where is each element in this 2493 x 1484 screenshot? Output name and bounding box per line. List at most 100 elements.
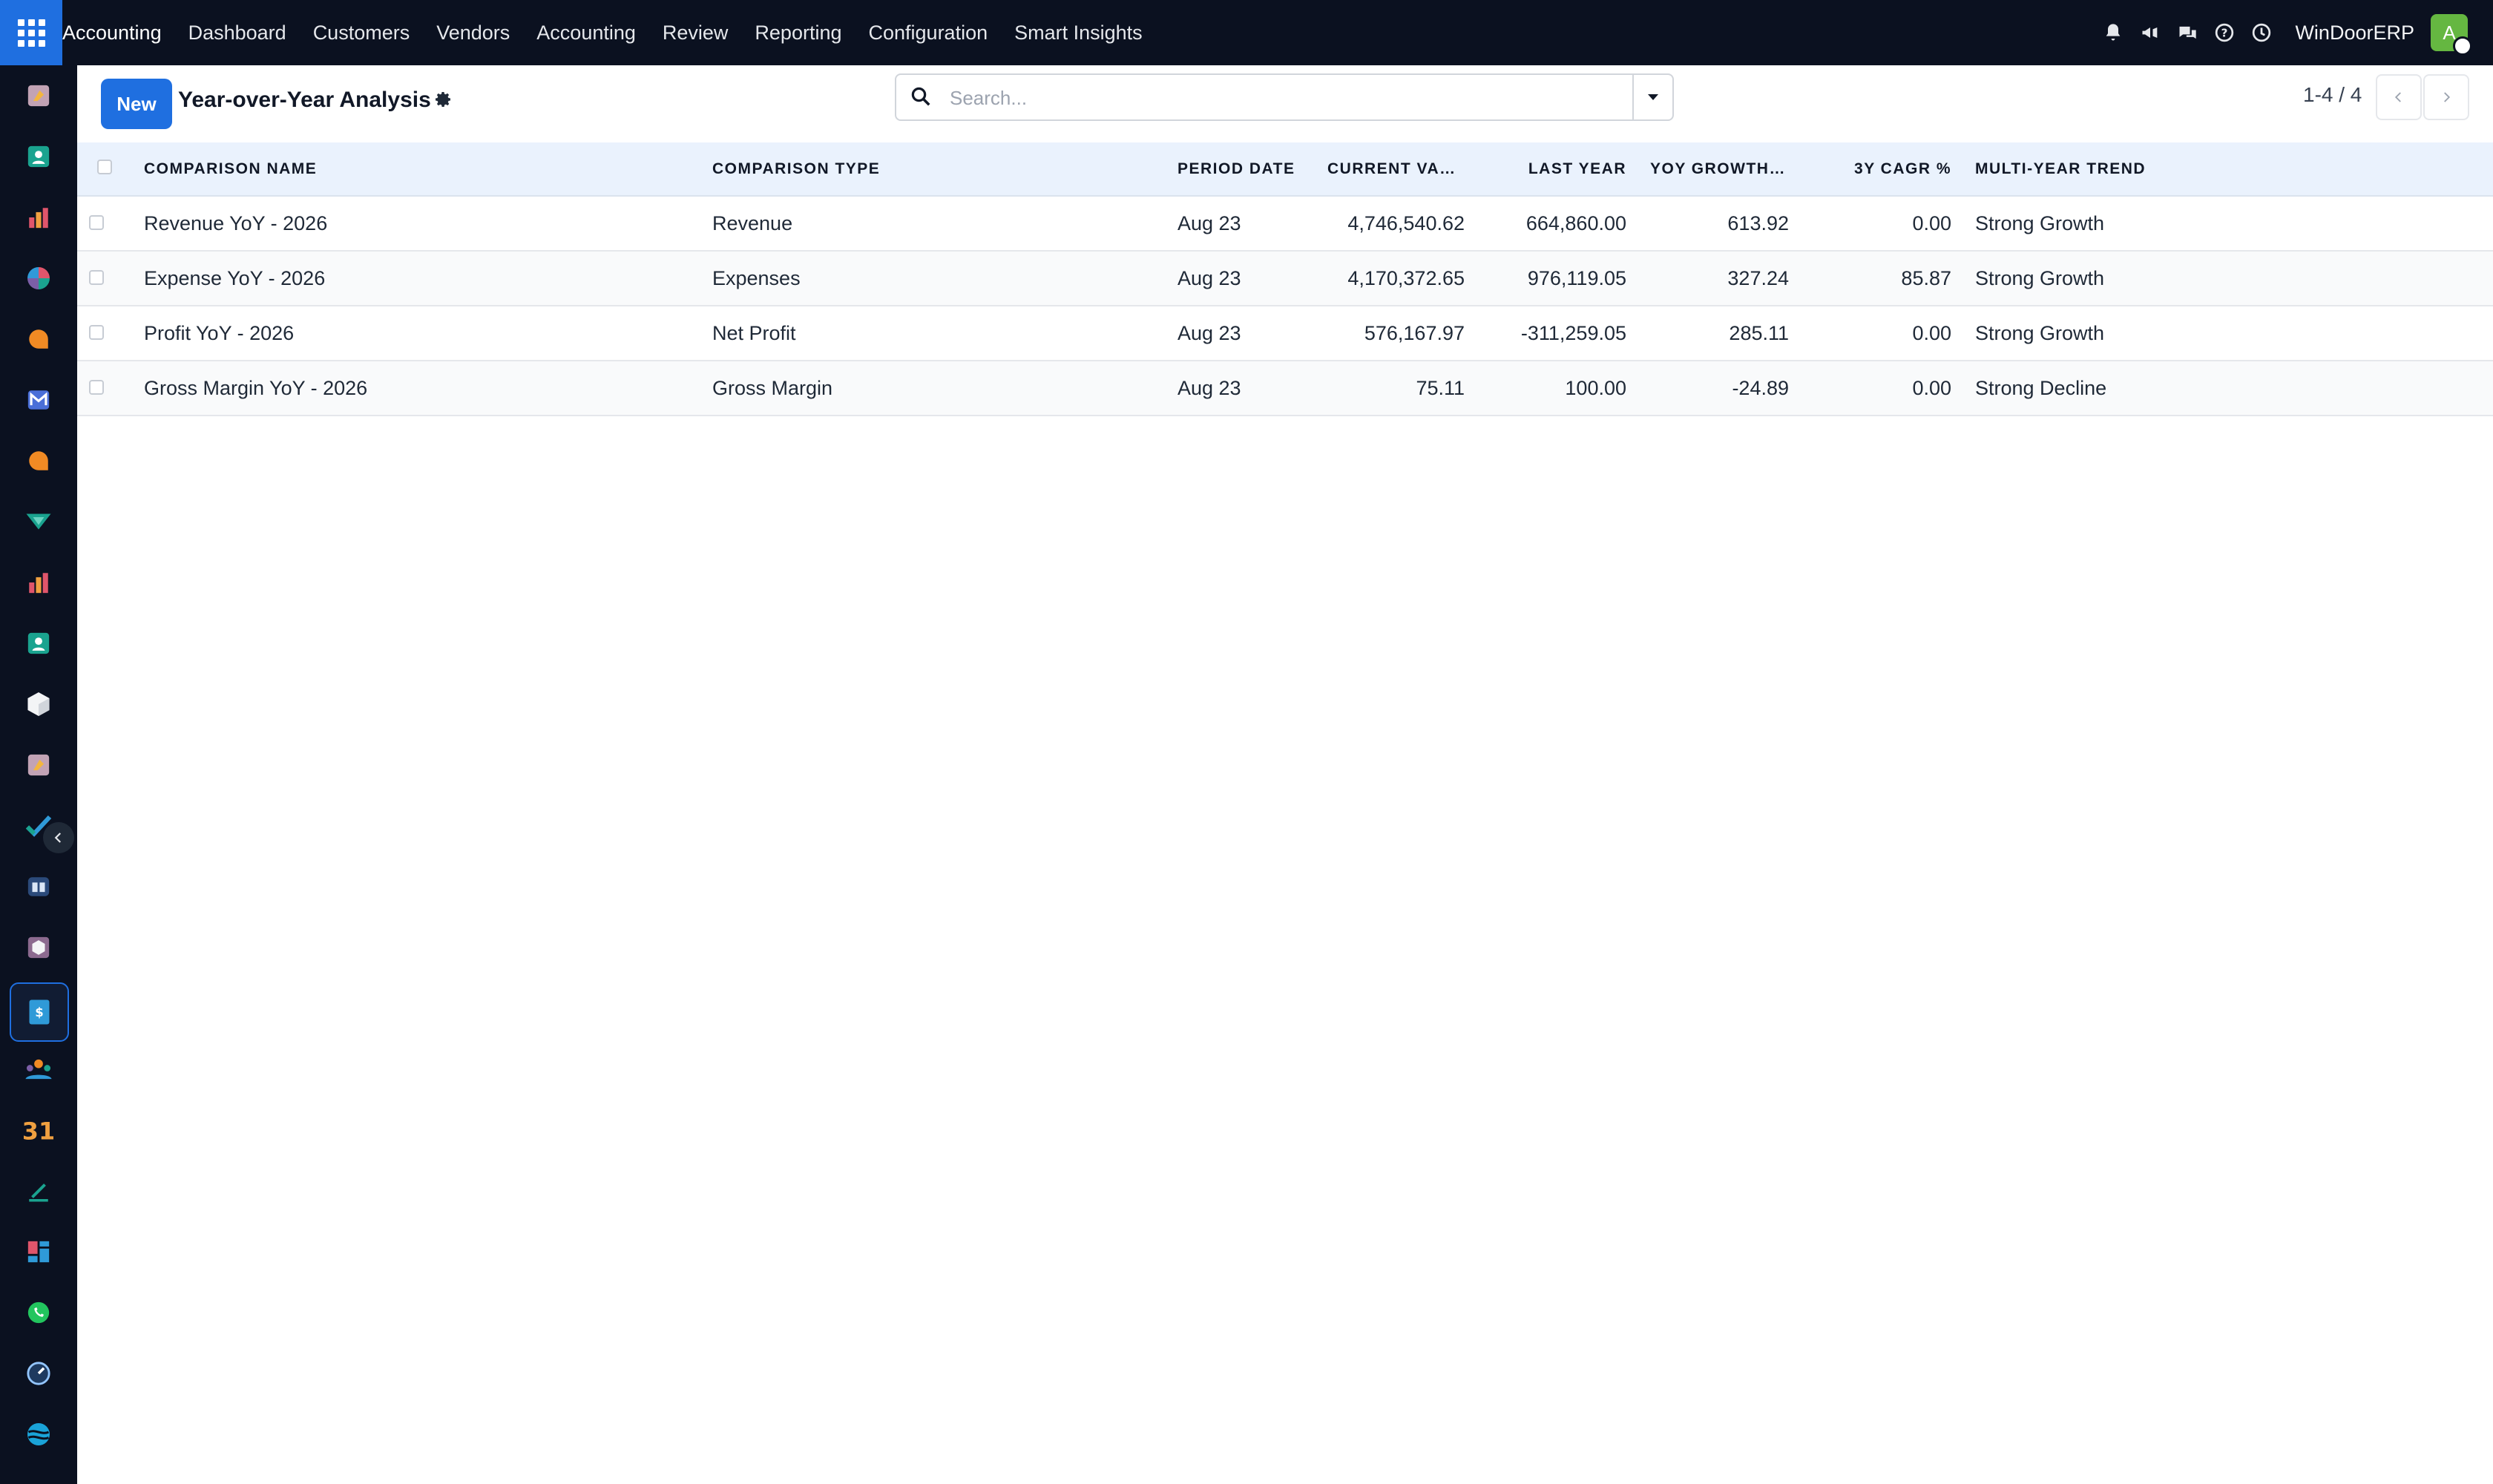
reporting-app-icon[interactable] xyxy=(20,199,57,236)
website-app-icon[interactable] xyxy=(20,1416,57,1453)
app-brand-menu[interactable]: Accounting xyxy=(62,22,162,45)
chat-icon[interactable] xyxy=(2169,0,2206,65)
cell-yoy: 613.92 xyxy=(1638,196,1801,252)
megaphone-icon[interactable] xyxy=(2132,0,2169,65)
menu-review[interactable]: Review xyxy=(663,22,729,45)
gear-icon[interactable] xyxy=(435,91,453,112)
table-row[interactable]: Gross Margin YoY - 2026 Gross Margin Aug… xyxy=(77,361,2493,416)
search-box xyxy=(895,73,1674,121)
column-header-cagr[interactable]: 3Y CAGR % xyxy=(1801,142,1963,197)
caret-down-icon xyxy=(1648,94,1658,100)
discuss-app-icon[interactable] xyxy=(20,77,57,114)
cell-last-year: -311,259.05 xyxy=(1477,306,1638,361)
row-checkbox[interactable] xyxy=(89,324,104,340)
clock-icon[interactable] xyxy=(2243,0,2280,65)
tasks-app-icon[interactable] xyxy=(20,807,57,844)
calendar-app-icon[interactable]: 31 xyxy=(20,1112,57,1149)
pager-next-button[interactable] xyxy=(2423,74,2469,120)
systray: ? WinDoorERP A xyxy=(2095,0,2493,65)
contacts-app-icon[interactable] xyxy=(20,138,57,175)
cell-last-year: 664,860.00 xyxy=(1477,196,1638,252)
livechat-app-icon[interactable] xyxy=(20,321,57,358)
chevron-left-icon xyxy=(2394,92,2401,102)
chat-app-icon[interactable] xyxy=(20,442,57,479)
column-header-name[interactable]: Comparison Name xyxy=(132,142,700,197)
cell-name: Gross Margin YoY - 2026 xyxy=(132,361,700,416)
column-header-period[interactable]: Period Date xyxy=(1166,142,1316,197)
email-marketing-app-icon[interactable] xyxy=(20,381,57,418)
control-panel: New Year-over-Year Analysis 1-4 / 4 xyxy=(77,65,2493,142)
company-switcher[interactable]: WinDoorERP xyxy=(2295,22,2414,45)
top-navbar: Accounting Dashboard Customers Vendors A… xyxy=(0,0,2493,65)
column-header-type[interactable]: Comparison Type xyxy=(700,142,1166,197)
new-button[interactable]: New xyxy=(101,79,172,129)
cell-current: 75.11 xyxy=(1316,361,1477,416)
invoicing-app-icon[interactable]: $ xyxy=(10,982,69,1042)
row-checkbox[interactable] xyxy=(89,269,104,285)
menu-configuration[interactable]: Configuration xyxy=(869,22,988,45)
whatsapp-app-icon[interactable] xyxy=(20,1294,57,1331)
verified-app-icon[interactable] xyxy=(20,503,57,540)
cell-last-year: 976,119.05 xyxy=(1477,251,1638,306)
dashboard-blocks-app-icon[interactable] xyxy=(20,1233,57,1270)
menu-accounting[interactable]: Accounting xyxy=(536,22,636,45)
search-options-toggle[interactable] xyxy=(1632,75,1672,119)
row-select-cell xyxy=(77,251,132,306)
search-icon xyxy=(910,85,932,111)
cell-period: Aug 23 xyxy=(1166,306,1316,361)
column-header-trend[interactable]: Multi-Year Trend xyxy=(1963,142,2493,197)
cell-yoy: 285.11 xyxy=(1638,306,1801,361)
reporting-app-icon-2[interactable] xyxy=(20,564,57,601)
cell-type: Gross Margin xyxy=(700,361,1166,416)
menu-vendors[interactable]: Vendors xyxy=(436,22,510,45)
inventory-app-icon[interactable] xyxy=(20,686,57,723)
user-avatar[interactable]: A xyxy=(2431,14,2472,56)
menu-dashboard[interactable]: Dashboard xyxy=(188,22,286,45)
pager-previous-button[interactable] xyxy=(2376,74,2422,120)
help-icon[interactable]: ? xyxy=(2206,0,2243,65)
row-select-cell xyxy=(77,196,132,252)
menu-reporting[interactable]: Reporting xyxy=(755,22,841,45)
discuss-app-icon-2[interactable] xyxy=(20,746,57,784)
products-app-icon[interactable] xyxy=(20,929,57,966)
cell-current: 4,746,540.62 xyxy=(1316,196,1477,252)
pager-value[interactable]: 1-4 / 4 xyxy=(2303,83,2362,107)
table-row[interactable]: Expense YoY - 2026 Expenses Aug 23 4,170… xyxy=(77,251,2493,306)
svg-text:?: ? xyxy=(2221,26,2228,39)
column-header-current[interactable]: Current Val... xyxy=(1316,142,1477,197)
cell-type: Revenue xyxy=(700,196,1166,252)
menu-customers[interactable]: Customers xyxy=(313,22,410,45)
cell-trend: Strong Growth xyxy=(1963,251,2493,306)
select-all-checkbox[interactable] xyxy=(97,159,112,174)
page-title: Year-over-Year Analysis xyxy=(178,88,431,112)
knowledge-app-icon[interactable] xyxy=(20,868,57,905)
dashboards-app-icon[interactable] xyxy=(20,260,57,297)
svg-text:31: 31 xyxy=(24,1117,53,1143)
bell-icon[interactable] xyxy=(2095,0,2132,65)
table-row[interactable]: Revenue YoY - 2026 Revenue Aug 23 4,746,… xyxy=(77,196,2493,252)
cell-yoy: -24.89 xyxy=(1638,361,1801,416)
team-app-icon[interactable] xyxy=(20,1051,57,1088)
column-header-last-year[interactable]: Last Year xyxy=(1477,142,1638,197)
search-input[interactable] xyxy=(948,82,1619,114)
cell-name: Profit YoY - 2026 xyxy=(132,306,700,361)
menu-smart-insights[interactable]: Smart Insights xyxy=(1014,22,1143,45)
sign-app-icon[interactable] xyxy=(20,1172,57,1209)
row-checkbox[interactable] xyxy=(89,379,104,395)
cell-type: Expenses xyxy=(700,251,1166,306)
app-sidebar: $ 31 xyxy=(0,65,77,1484)
timer-app-icon[interactable] xyxy=(20,1355,57,1392)
chevron-right-icon xyxy=(2444,92,2451,102)
table-row[interactable]: Profit YoY - 2026 Net Profit Aug 23 576,… xyxy=(77,306,2493,361)
svg-text:$: $ xyxy=(35,1005,43,1020)
cell-name: Revenue YoY - 2026 xyxy=(132,196,700,252)
column-header-yoy[interactable]: YoY Growth % xyxy=(1638,142,1801,197)
row-checkbox[interactable] xyxy=(89,214,104,230)
employees-app-icon[interactable] xyxy=(20,625,57,662)
cell-type: Net Profit xyxy=(700,306,1166,361)
cell-name: Expense YoY - 2026 xyxy=(132,251,700,306)
app-switcher-button[interactable] xyxy=(0,0,62,65)
cell-cagr: 0.00 xyxy=(1801,196,1963,252)
cell-last-year: 100.00 xyxy=(1477,361,1638,416)
cell-trend: Strong Decline xyxy=(1963,361,2493,416)
